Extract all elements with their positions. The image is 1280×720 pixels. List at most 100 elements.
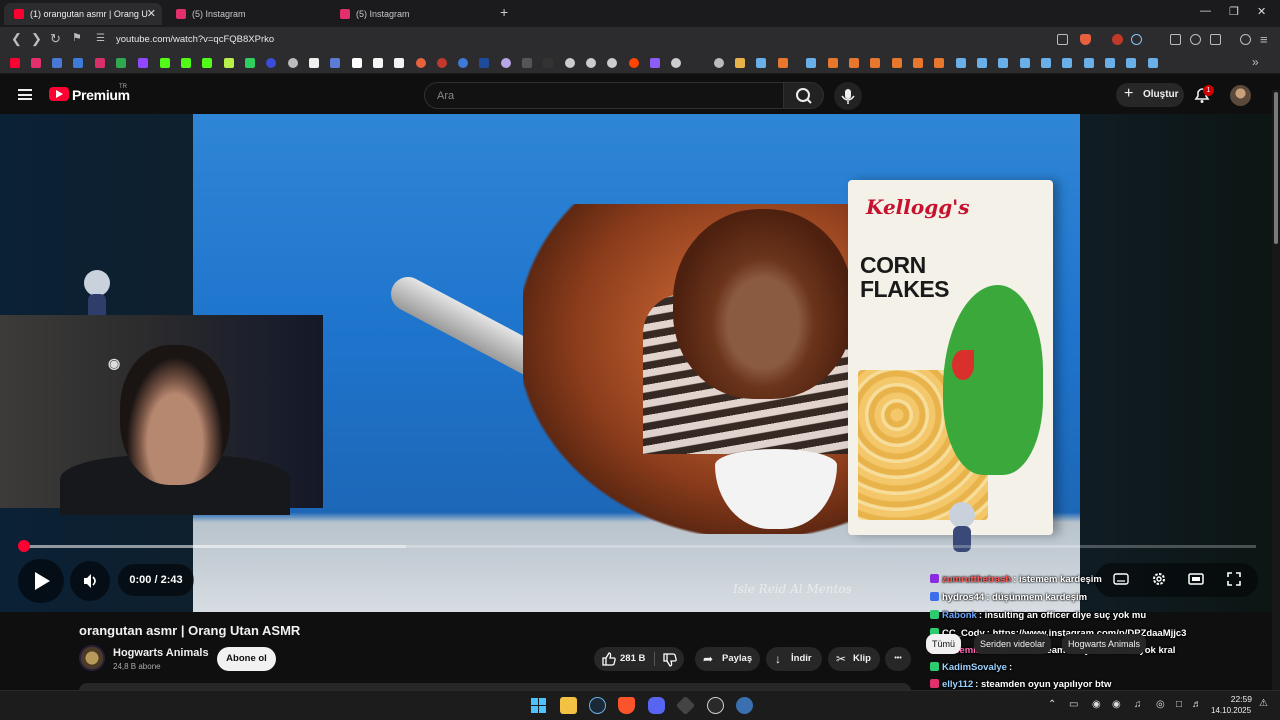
channel-name[interactable]: Hogwarts Animals xyxy=(113,647,209,659)
thumbs-up-icon[interactable] xyxy=(601,651,617,667)
thumbs-down-icon[interactable] xyxy=(662,652,678,668)
extensions-puzzle-icon[interactable] xyxy=(1190,34,1201,45)
more-actions-button[interactable]: ••• xyxy=(885,647,911,671)
file-explorer-icon[interactable] xyxy=(560,697,577,714)
bookmark-x-icon[interactable] xyxy=(309,58,319,68)
bookmark-icon[interactable] xyxy=(416,58,426,68)
tab-instagram-1[interactable]: (5) Instagram xyxy=(166,3,326,25)
bookmark-steam-icon[interactable] xyxy=(1148,58,1158,68)
progress-scrubber[interactable] xyxy=(18,540,30,552)
bookmark-icon[interactable] xyxy=(52,58,62,68)
bookmark-steam-icon[interactable] xyxy=(756,58,766,68)
play-button[interactable] xyxy=(18,559,64,603)
bookmark-icon[interactable] xyxy=(849,58,859,68)
like-count[interactable]: 281 B xyxy=(620,647,645,671)
tray-overflow-icon[interactable]: ⌃ xyxy=(1048,699,1056,710)
site-settings-icon[interactable]: ☰ xyxy=(96,33,105,44)
close-window-button[interactable]: ✕ xyxy=(1257,5,1266,18)
bookmark-twitch-icon[interactable] xyxy=(138,58,148,68)
bookmark-steam-icon[interactable] xyxy=(806,58,816,68)
url-field[interactable]: ☰ youtube.com/watch?v=qcFQB8XPrko xyxy=(90,30,1100,50)
bookmark-icon[interactable] xyxy=(224,58,234,68)
windows-start-icon[interactable] xyxy=(530,697,547,714)
bookmark-icon[interactable] xyxy=(373,58,383,68)
close-tab-icon[interactable]: ✕ xyxy=(147,7,156,20)
bookmark-icon[interactable] xyxy=(458,58,468,68)
bookmark-icon[interactable] xyxy=(892,58,902,68)
tray-microphone-icon[interactable]: ◎ xyxy=(1156,699,1165,710)
extension-screen-icon[interactable] xyxy=(1170,34,1181,45)
bookmark-kick-icon[interactable] xyxy=(181,58,191,68)
bookmark-instagram-icon[interactable] xyxy=(31,58,41,68)
bookmark-icon[interactable] xyxy=(95,58,105,68)
bookmark-icon[interactable] xyxy=(607,58,617,68)
bookmark-icon[interactable] xyxy=(913,58,923,68)
bookmark-folder-icon[interactable] xyxy=(735,58,745,68)
bookmark-icon[interactable] xyxy=(266,58,276,68)
media-controls-icon[interactable] xyxy=(1240,34,1251,45)
account-avatar[interactable] xyxy=(1230,85,1251,106)
tab-youtube[interactable]: (1) orangutan asmr | Orang Utan ASMR ✕ xyxy=(4,3,162,25)
tray-network-icon[interactable]: □ xyxy=(1176,699,1182,710)
bookmark-icon[interactable] xyxy=(650,58,660,68)
sidebar-icon[interactable] xyxy=(1210,34,1221,45)
bookmark-steam-icon[interactable] xyxy=(1126,58,1136,68)
subscribe-button[interactable]: Abone ol xyxy=(217,647,276,671)
bookmark-steam-icon[interactable] xyxy=(956,58,966,68)
new-tab-button[interactable]: + xyxy=(500,4,508,20)
app-icon[interactable] xyxy=(707,697,724,714)
maximize-button[interactable]: ❐ xyxy=(1229,5,1239,18)
bookmark-steam-icon[interactable] xyxy=(1084,58,1094,68)
bookmark-steam-icon[interactable] xyxy=(977,58,987,68)
bookmark-icon[interactable] xyxy=(437,58,447,68)
brave-browser-icon[interactable] xyxy=(618,697,635,714)
bookmark-reddit-icon[interactable] xyxy=(629,58,639,68)
search-input[interactable] xyxy=(425,83,783,108)
bookmark-icon[interactable] xyxy=(245,58,255,68)
search-button[interactable] xyxy=(783,82,824,109)
scrollbar-thumb[interactable] xyxy=(1274,92,1278,244)
tray-audio-icon[interactable]: ♫ xyxy=(1134,699,1142,710)
bookmark-kick-icon[interactable] xyxy=(160,58,170,68)
more-bookmarks-icon[interactable]: » xyxy=(1252,55,1259,69)
bookmark-icon[interactable] xyxy=(828,58,838,68)
bookmark-steam-icon[interactable] xyxy=(1020,58,1030,68)
bookmark-icon[interactable] xyxy=(479,58,489,68)
tab-instagram-2[interactable]: (5) Instagram xyxy=(330,3,490,25)
create-button[interactable]: + Oluştur xyxy=(1116,83,1184,107)
chip-channel[interactable]: Hogwarts Animals xyxy=(1062,634,1147,654)
steam-icon[interactable] xyxy=(589,697,606,714)
forward-icon[interactable]: ❯ xyxy=(31,31,42,47)
progress-bar[interactable] xyxy=(24,545,1256,548)
bookmark-icon[interactable] xyxy=(586,58,596,68)
tray-app-icon[interactable]: ▭ xyxy=(1069,699,1078,710)
page-scrollbar[interactable] xyxy=(1272,90,1280,690)
voice-search-button[interactable] xyxy=(834,82,862,110)
bookmark-icon[interactable] xyxy=(543,58,553,68)
bookmark-icon[interactable] xyxy=(778,58,788,68)
brave-shields-icon[interactable] xyxy=(1080,34,1091,45)
app-icon[interactable] xyxy=(675,695,696,716)
app-icon[interactable] xyxy=(736,697,753,714)
bookmark-steam-icon[interactable] xyxy=(998,58,1008,68)
bookmark-icon[interactable] xyxy=(501,58,511,68)
bookmark-steam-icon[interactable] xyxy=(1105,58,1115,68)
bookmark-icon[interactable] xyxy=(522,58,532,68)
youtube-logo-icon[interactable] xyxy=(49,87,69,101)
browser-menu-icon[interactable]: ≡ xyxy=(1260,32,1268,47)
chip-series[interactable]: Seriden videolar xyxy=(974,634,1052,654)
tray-steam-icon[interactable]: ◉ xyxy=(1112,699,1121,710)
bookmark-icon[interactable] xyxy=(870,58,880,68)
bookmark-icon[interactable] xyxy=(714,58,724,68)
extension-icon[interactable] xyxy=(1112,34,1123,45)
tray-volume-icon[interactable]: ♬ xyxy=(1192,699,1202,710)
bookmark-icon[interactable] xyxy=(73,58,83,68)
bookmark-steam-icon[interactable] xyxy=(1062,58,1072,68)
bookmark-icon[interactable] xyxy=(671,58,681,68)
reload-icon[interactable]: ↻ xyxy=(50,31,61,47)
bookmark-youtube-icon[interactable] xyxy=(10,58,20,68)
bookmark-icon[interactable] xyxy=(288,58,298,68)
hamburger-menu-icon[interactable] xyxy=(18,89,32,100)
share-button[interactable]: ➦ Paylaş xyxy=(695,647,760,671)
volume-button[interactable] xyxy=(70,561,110,601)
